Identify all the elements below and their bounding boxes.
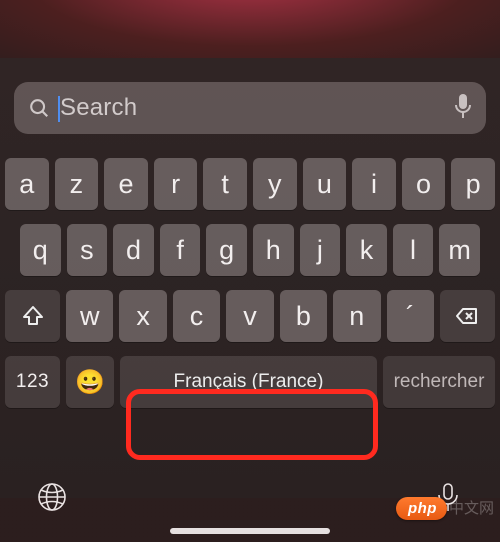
key-f[interactable]: f bbox=[160, 224, 201, 276]
key-w[interactable]: w bbox=[66, 290, 113, 342]
key-b[interactable]: b bbox=[280, 290, 327, 342]
key-d[interactable]: d bbox=[113, 224, 154, 276]
dictation-icon[interactable] bbox=[454, 93, 472, 124]
key-h[interactable]: h bbox=[253, 224, 294, 276]
key-g[interactable]: g bbox=[206, 224, 247, 276]
key-z[interactable]: z bbox=[55, 158, 99, 210]
key-c[interactable]: c bbox=[173, 290, 220, 342]
search-input[interactable]: Search bbox=[58, 94, 446, 122]
key-j[interactable]: j bbox=[300, 224, 341, 276]
shift-key[interactable] bbox=[5, 290, 60, 342]
keyboard: a z e r t y u i o p q s d f g h j k l m bbox=[0, 148, 500, 408]
key-y[interactable]: y bbox=[253, 158, 297, 210]
key-l[interactable]: l bbox=[393, 224, 434, 276]
search-icon bbox=[28, 97, 50, 119]
key-m[interactable]: m bbox=[439, 224, 480, 276]
emoji-key[interactable]: 😀 bbox=[66, 356, 114, 408]
key-u[interactable]: u bbox=[303, 158, 347, 210]
numbers-key[interactable]: 123 bbox=[5, 356, 60, 408]
home-indicator[interactable] bbox=[170, 528, 330, 534]
key-p[interactable]: p bbox=[451, 158, 495, 210]
backspace-key[interactable] bbox=[440, 290, 495, 342]
watermark: php中文网 bbox=[396, 497, 494, 518]
key-o[interactable]: o bbox=[402, 158, 446, 210]
key-accent[interactable]: ´ bbox=[387, 290, 434, 342]
key-e[interactable]: e bbox=[104, 158, 148, 210]
key-q[interactable]: q bbox=[20, 224, 61, 276]
globe-icon[interactable] bbox=[36, 481, 68, 518]
text-caret bbox=[58, 96, 60, 122]
key-k[interactable]: k bbox=[346, 224, 387, 276]
spacebar[interactable]: Français (France) bbox=[120, 356, 377, 408]
key-s[interactable]: s bbox=[67, 224, 108, 276]
key-t[interactable]: t bbox=[203, 158, 247, 210]
key-a[interactable]: a bbox=[5, 158, 49, 210]
key-x[interactable]: x bbox=[119, 290, 166, 342]
key-n[interactable]: n bbox=[333, 290, 380, 342]
search-bar[interactable]: Search bbox=[14, 82, 486, 134]
key-i[interactable]: i bbox=[352, 158, 396, 210]
key-r[interactable]: r bbox=[154, 158, 198, 210]
search-key[interactable]: rechercher bbox=[383, 356, 495, 408]
key-v[interactable]: v bbox=[226, 290, 273, 342]
